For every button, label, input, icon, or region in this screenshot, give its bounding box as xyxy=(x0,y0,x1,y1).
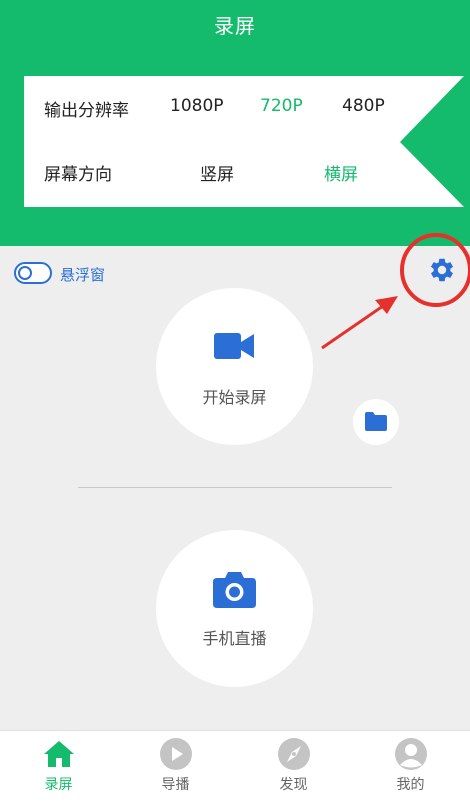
tab-profile[interactable]: 我的 xyxy=(352,731,469,803)
play-icon xyxy=(160,738,192,770)
resolution-option-480p[interactable]: 480P xyxy=(342,96,385,116)
tab-discover-label: 发现 xyxy=(279,777,308,793)
start-record-button[interactable]: 开始录屏 xyxy=(156,288,313,445)
folder-icon xyxy=(365,412,387,431)
folder-button[interactable] xyxy=(353,399,399,445)
annotation-arrow-line xyxy=(321,304,384,350)
compass-icon xyxy=(278,738,310,770)
live-stream-label: 手机直播 xyxy=(202,629,267,648)
video-camera-icon xyxy=(214,333,254,359)
camera-icon xyxy=(213,572,256,608)
floating-window-label: 悬浮窗 xyxy=(60,266,106,284)
toggle-switch[interactable] xyxy=(14,262,52,284)
tab-record[interactable]: 录屏 xyxy=(0,731,117,803)
orientation-option-landscape[interactable]: 横屏 xyxy=(324,160,358,185)
tab-director-label: 导播 xyxy=(161,777,190,793)
header-bar: 录屏 输出分辨率 1080P 720P 480P 屏幕方向 竖屏 横屏 xyxy=(0,0,470,246)
gear-icon[interactable] xyxy=(428,256,456,284)
start-record-label: 开始录屏 xyxy=(202,388,267,407)
tab-director[interactable]: 导播 xyxy=(117,731,234,803)
settings-panel: 输出分辨率 1080P 720P 480P 屏幕方向 竖屏 横屏 xyxy=(24,76,464,207)
tab-record-label: 录屏 xyxy=(44,777,73,793)
live-stream-button[interactable]: 手机直播 xyxy=(156,530,313,687)
section-divider xyxy=(78,487,392,488)
orientation-option-portrait[interactable]: 竖屏 xyxy=(200,160,234,185)
tab-discover[interactable]: 发现 xyxy=(235,731,352,803)
home-icon xyxy=(44,741,74,767)
toggle-knob xyxy=(18,266,32,280)
page-title: 录屏 xyxy=(214,14,256,38)
resolution-option-720p[interactable]: 720P xyxy=(260,96,303,116)
resolution-option-1080p[interactable]: 1080P xyxy=(170,96,224,116)
user-icon xyxy=(395,738,427,770)
bottom-tab-bar: 录屏 导播 发现 我的 xyxy=(0,730,470,803)
orientation-label: 屏幕方向 xyxy=(44,165,112,185)
resolution-label: 输出分辨率 xyxy=(44,101,129,121)
tab-profile-label: 我的 xyxy=(396,777,425,793)
annotation-arrow-head xyxy=(375,296,398,314)
